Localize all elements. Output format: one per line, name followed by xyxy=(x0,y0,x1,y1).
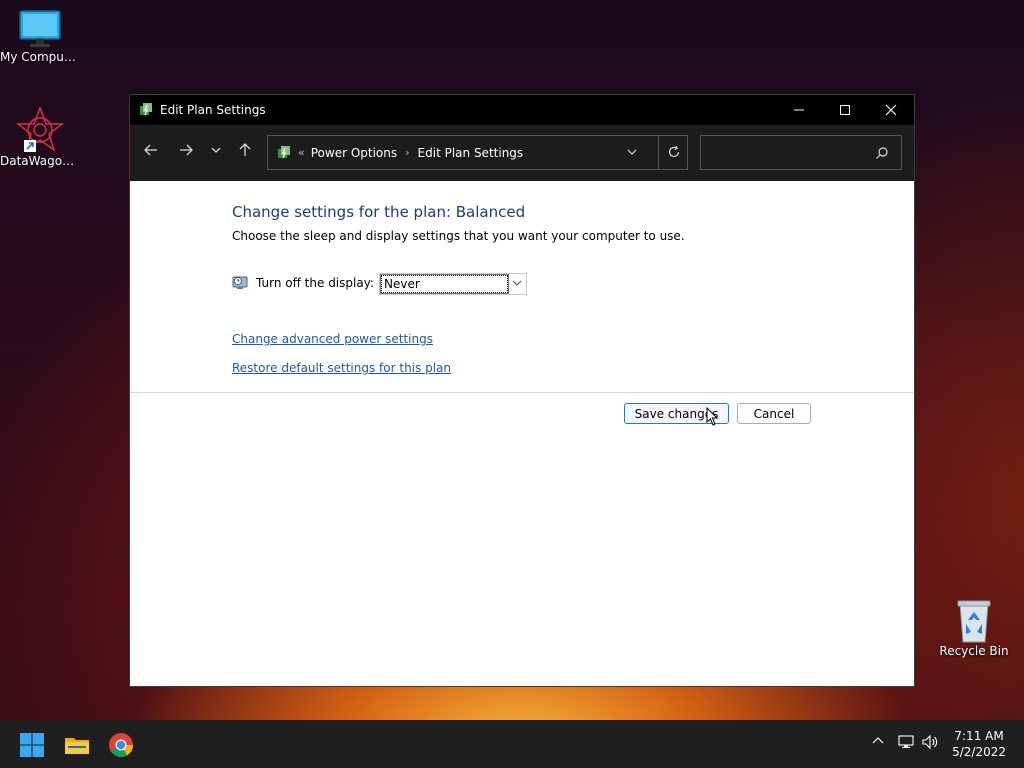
turn-off-display-value: Never xyxy=(380,274,509,294)
recycle-bin-icon xyxy=(957,600,991,643)
chevron-down-icon xyxy=(211,147,221,153)
forward-button[interactable] xyxy=(174,142,198,162)
show-hidden-icons-button[interactable] xyxy=(871,734,885,752)
desktop-icon-label: My Computer xyxy=(0,50,80,64)
breadcrumb-overflow[interactable]: « xyxy=(298,146,305,159)
breadcrumb-edit-plan-settings[interactable]: Edit Plan Settings xyxy=(418,146,524,160)
breadcrumb-power-options[interactable]: Power Options xyxy=(311,146,397,160)
folder-icon xyxy=(65,738,89,754)
title-bar[interactable]: Edit Plan Settings xyxy=(130,95,914,125)
file-explorer-button[interactable] xyxy=(64,732,90,758)
refresh-icon xyxy=(668,145,680,158)
page-title: Change settings for the plan: Balanced xyxy=(232,203,526,221)
chrome-icon xyxy=(109,733,133,758)
change-advanced-power-settings-link[interactable]: Change advanced power settings xyxy=(232,332,433,346)
mouse-cursor-icon xyxy=(706,407,719,426)
arrow-right-icon xyxy=(180,144,193,156)
page-description: Choose the sleep and display settings th… xyxy=(232,229,685,243)
desktop-icon-datawagon[interactable]: DataWagon... xyxy=(0,106,80,168)
turn-off-display-row: Turn off the display: xyxy=(232,275,374,291)
up-button[interactable] xyxy=(233,142,257,162)
windows-logo-icon xyxy=(20,733,44,757)
taskbar: 7:11 AM 5/2/2022 xyxy=(0,720,1024,768)
network-icon xyxy=(898,735,914,748)
maximize-button[interactable] xyxy=(822,95,868,125)
arrow-up-icon xyxy=(239,143,251,156)
close-icon xyxy=(885,104,897,116)
volume-icon xyxy=(922,734,938,750)
turn-off-display-label: Turn off the display: xyxy=(256,276,374,290)
window-title: Edit Plan Settings xyxy=(160,103,266,117)
edit-plan-settings-window: Edit Plan Settings « Power Options › Edi… xyxy=(129,94,915,687)
turn-off-display-select[interactable]: Never xyxy=(379,273,527,295)
desktop-icon-my-computer[interactable]: My Computer xyxy=(0,8,80,64)
power-options-icon xyxy=(278,145,290,158)
system-clock[interactable]: 7:11 AM 5/2/2022 xyxy=(952,728,1006,760)
clock-date: 5/2/2022 xyxy=(952,745,1006,759)
maximize-icon xyxy=(840,105,850,115)
close-button[interactable] xyxy=(868,95,914,125)
chevron-up-icon xyxy=(872,737,884,744)
search-input[interactable] xyxy=(700,135,902,170)
monitor-icon xyxy=(19,10,61,47)
restore-default-settings-link[interactable]: Restore default settings for this plan xyxy=(232,361,451,375)
address-divider xyxy=(658,136,659,169)
arrow-left-icon xyxy=(144,144,157,156)
search-icon xyxy=(876,147,888,159)
desktop-icon-recycle-bin[interactable]: Recycle Bin xyxy=(934,598,1014,658)
chevron-down-icon xyxy=(508,279,526,290)
power-options-icon xyxy=(140,103,152,116)
volume-button[interactable] xyxy=(921,734,939,754)
desktop-icon-label: Recycle Bin xyxy=(939,644,1009,658)
divider xyxy=(130,392,914,393)
chevron-down-icon xyxy=(627,149,637,155)
minimize-button[interactable] xyxy=(776,95,822,125)
chrome-button[interactable] xyxy=(108,732,134,758)
minimize-icon xyxy=(794,109,804,111)
breadcrumb-separator[interactable]: › xyxy=(405,146,409,159)
navigation-bar: « Power Options › Edit Plan Settings xyxy=(130,125,914,181)
address-dropdown-button[interactable] xyxy=(625,145,639,162)
content-area: Change settings for the plan: Balanced C… xyxy=(130,181,914,686)
address-bar[interactable]: « Power Options › Edit Plan Settings xyxy=(267,135,688,170)
back-button[interactable] xyxy=(139,142,163,162)
datawagon-icon xyxy=(16,106,64,152)
cancel-button[interactable]: Cancel xyxy=(737,403,811,424)
refresh-button[interactable] xyxy=(667,145,681,162)
clock-time: 7:11 AM xyxy=(954,729,1004,743)
display-clock-icon xyxy=(232,276,248,289)
desktop-icon-label: DataWagon... xyxy=(0,154,80,168)
start-button[interactable] xyxy=(19,732,45,758)
network-button[interactable] xyxy=(898,734,916,754)
recent-locations-button[interactable] xyxy=(204,142,228,162)
